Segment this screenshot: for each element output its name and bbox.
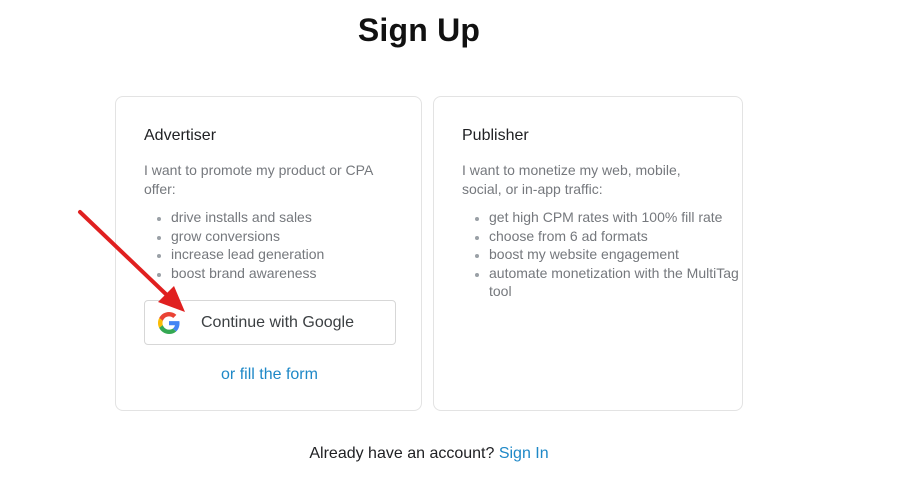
advertiser-card-description: I want to promote my product or CPA offe… — [144, 162, 373, 197]
publisher-card-title: Publisher — [462, 127, 529, 144]
list-item: grow conversions — [171, 227, 421, 246]
list-item: boost my website engagement — [489, 245, 739, 264]
publisher-card[interactable]: Publisher I want to monetize my web, mob… — [433, 96, 743, 411]
google-button-label: Continue with Google — [201, 314, 354, 331]
publisher-benefits-list: get high CPM rates with 100% fill rate c… — [462, 208, 739, 301]
list-item: get high CPM rates with 100% fill rate — [489, 208, 739, 227]
page-title: Sign Up — [357, 12, 481, 48]
list-item: automate monetization with the MultiTag … — [489, 264, 739, 301]
advertiser-card: Advertiser I want to promote my product … — [115, 96, 422, 411]
continue-with-google-button[interactable]: Continue with Google — [144, 300, 396, 345]
advertiser-benefits-list: drive installs and sales grow conversion… — [144, 208, 421, 282]
list-item: increase lead generation — [171, 245, 421, 264]
fill-form-link[interactable]: or fill the form — [116, 366, 423, 384]
list-item: drive installs and sales — [171, 208, 421, 227]
list-item: choose from 6 ad formats — [489, 227, 739, 246]
signin-link[interactable]: Sign In — [499, 445, 549, 462]
signin-prompt-text: Already have an account? — [309, 445, 495, 462]
list-item: boost brand awareness — [171, 264, 421, 283]
publisher-card-description: I want to monetize my web, mobile, socia… — [462, 162, 681, 197]
google-g-icon — [158, 312, 180, 334]
signin-prompt: Already have an account? Sign In — [0, 445, 858, 463]
signup-page: Sign Up Advertiser I want to promote my … — [0, 0, 898, 494]
advertiser-card-title: Advertiser — [144, 127, 217, 144]
